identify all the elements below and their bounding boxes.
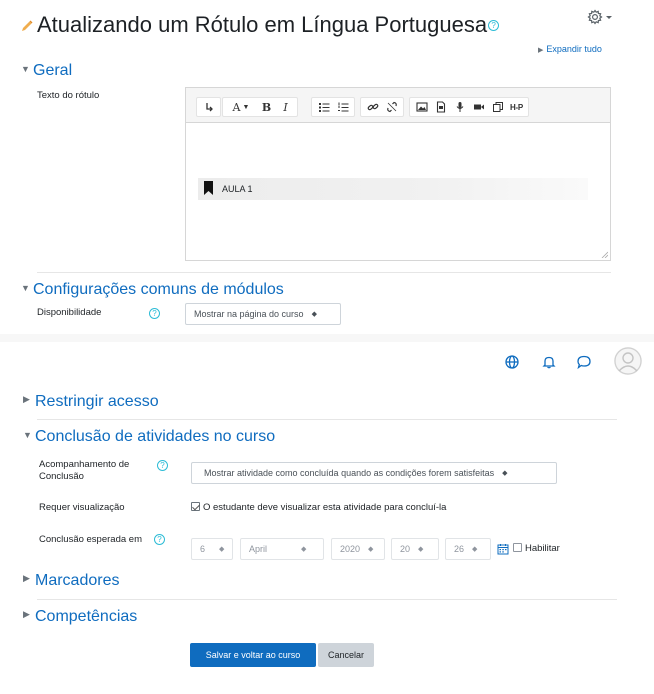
toolbar-group-collapse <box>196 97 221 117</box>
manage-files-button[interactable] <box>489 99 506 115</box>
select-caret-icon: ◆ <box>368 546 374 553</box>
pencil-icon <box>22 20 33 31</box>
day-select[interactable]: 6 ◆ <box>191 538 233 560</box>
texto-rotulo-label: Texto do rótulo <box>37 90 100 101</box>
help-icon: ? <box>154 534 165 546</box>
file-icon <box>436 101 445 113</box>
section-competencias-header[interactable]: ▶ Competências <box>23 608 137 626</box>
select-caret-icon: ◆ <box>219 546 225 553</box>
minute-select[interactable]: 26 ◆ <box>445 538 491 560</box>
unlink-icon <box>386 101 397 113</box>
bookmark-icon <box>204 181 213 195</box>
conclusao-esperada-label: Conclusão esperada em <box>39 534 142 545</box>
acompanhamento-label: Acompanhamento de Conclusão <box>39 459 130 482</box>
unordered-list-button[interactable] <box>315 99 332 115</box>
habilitar-field[interactable]: Habilitar <box>513 542 560 555</box>
section-geral-header[interactable]: ▼ Geral <box>21 62 72 80</box>
ordered-list-button[interactable] <box>334 99 351 115</box>
select-caret-icon: ◆ <box>301 546 307 553</box>
microphone-icon <box>456 102 463 112</box>
gear-menu[interactable] <box>587 9 617 27</box>
video-camera-icon <box>473 104 484 110</box>
image-icon <box>415 102 428 112</box>
numbered-list-icon <box>337 102 348 112</box>
caret-down-icon: ▼ <box>242 103 250 111</box>
resize-grip-icon[interactable] <box>601 251 608 258</box>
toolbar-group-lists <box>311 97 355 117</box>
italic-button[interactable]: I <box>277 99 294 115</box>
copy-files-icon <box>492 102 503 112</box>
bell-icon[interactable] <box>541 354 557 370</box>
h5p-button[interactable]: H-P <box>508 99 525 115</box>
disponibilidade-select[interactable]: Mostrar na página do curso ◆ <box>185 303 341 325</box>
chevron-right-icon: ▶ <box>23 573 30 584</box>
requer-visualizacao-checkbox[interactable] <box>191 501 200 511</box>
expand-all-link[interactable]: ▶ Expandir tudo <box>538 44 602 54</box>
editor-text: AULA 1 <box>222 184 253 194</box>
save-return-button[interactable]: Salvar e voltar ao curso <box>190 643 316 667</box>
user-icon <box>614 347 642 375</box>
section-config-header[interactable]: ▼ Configurações comuns de módulos <box>21 281 284 299</box>
content-block: AULA 1 <box>198 178 588 200</box>
help-icon: ? <box>149 308 160 320</box>
chevron-down-icon: ▼ <box>21 63 30 74</box>
link-icon <box>367 103 378 111</box>
month-select[interactable]: April ◆ <box>240 538 324 560</box>
editor-content-area[interactable]: AULA 1 <box>186 123 610 260</box>
unlink-button[interactable] <box>383 99 400 115</box>
acompanhamento-help[interactable]: ? <box>156 458 168 476</box>
link-button[interactable] <box>364 99 381 115</box>
rich-text-editor: A ▼ B I H-P AULA 1 <box>185 87 611 261</box>
divider <box>37 599 617 600</box>
section-marcadores-header[interactable]: ▶ Marcadores <box>23 572 119 590</box>
paragraph-style-button[interactable]: A ▼ <box>226 99 256 115</box>
bold-button[interactable]: B <box>258 99 275 115</box>
select-caret-icon: ◆ <box>472 546 478 553</box>
bullet-list-icon <box>318 103 329 112</box>
acompanhamento-select[interactable]: Mostrar atividade como concluída quando … <box>191 462 557 484</box>
expand-toolbar-icon <box>205 103 213 112</box>
show-more-buttons[interactable] <box>200 99 217 115</box>
chat-icon[interactable] <box>576 354 592 370</box>
cancel-button[interactable]: Cancelar <box>318 643 374 667</box>
section-restringir-header[interactable]: ▶ Restringir acesso <box>23 393 159 411</box>
divider <box>37 419 617 420</box>
hour-select[interactable]: 20 ◆ <box>391 538 439 560</box>
help-icon[interactable]: ? <box>488 19 500 31</box>
divider <box>37 272 611 273</box>
page-title: Atualizando um Rótulo em Língua Portugue… <box>37 12 500 38</box>
triangle-right-icon: ▶ <box>538 47 544 54</box>
record-video-button[interactable] <box>470 99 487 115</box>
insert-media-button[interactable] <box>432 99 449 115</box>
toolbar-group-style: A ▼ B I <box>222 97 298 117</box>
globe-icon[interactable] <box>504 354 520 370</box>
disponibilidade-help[interactable]: ? <box>148 306 160 324</box>
insert-image-button[interactable] <box>413 99 430 115</box>
chevron-down-icon: ▼ <box>21 282 30 293</box>
habilitar-checkbox[interactable] <box>513 542 522 552</box>
section-conclusao-header[interactable]: ▼ Conclusão de atividades no curso <box>23 428 275 446</box>
editor-toolbar: A ▼ B I H-P <box>186 88 610 123</box>
disponibilidade-label: Disponibilidade <box>37 307 102 318</box>
toolbar-group-media: H-P <box>409 97 529 117</box>
screenshot-gap <box>0 334 654 342</box>
select-caret-icon: ◆ <box>418 546 424 553</box>
year-select[interactable]: 2020 ◆ <box>331 538 385 560</box>
gear-icon <box>587 9 612 25</box>
calendar-icon[interactable] <box>497 543 509 555</box>
record-audio-button[interactable] <box>451 99 468 115</box>
select-caret-icon: ◆ <box>311 311 317 318</box>
conclusao-esperada-help[interactable]: ? <box>153 532 165 550</box>
help-icon: ? <box>157 460 168 472</box>
avatar[interactable] <box>614 347 642 375</box>
chevron-right-icon: ▶ <box>23 394 30 405</box>
select-caret-icon: ◆ <box>502 470 508 477</box>
chevron-right-icon: ▶ <box>23 609 30 620</box>
chevron-down-icon: ▼ <box>23 429 32 440</box>
requer-visualizacao-label: Requer visualização <box>39 502 125 513</box>
requer-visualizacao-field[interactable]: O estudante deve visualizar esta ativida… <box>191 501 446 514</box>
toolbar-group-links <box>360 97 404 117</box>
